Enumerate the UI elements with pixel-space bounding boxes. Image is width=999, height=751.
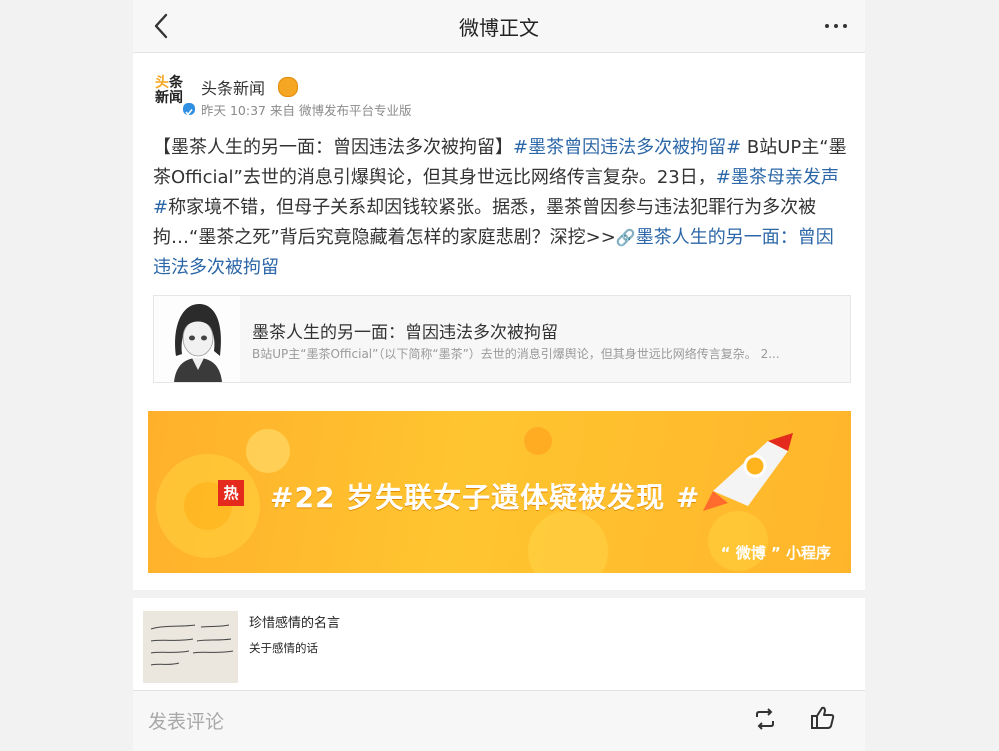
verified-icon	[182, 102, 196, 116]
article-thumbnail	[154, 296, 240, 382]
repost-button[interactable]	[751, 705, 779, 733]
post-text-part: 【墨茶人生的另一面：曾因违法多次被拘留】	[153, 137, 513, 158]
avatar-logo-text: 头条 新闻	[155, 75, 183, 106]
post-body: 【墨茶人生的另一面：曾因违法多次被拘留】#墨茶曾因违法多次被拘留# B站UP主“…	[153, 133, 848, 283]
hashtag-link[interactable]: #墨茶曾因违法多次被拘留#	[513, 137, 741, 158]
avatar[interactable]: 头条 新闻	[155, 74, 196, 116]
member-badge-icon	[278, 77, 298, 97]
mini-program-label: “ 微博 ” 小程序	[720, 544, 831, 562]
like-button[interactable]	[809, 704, 837, 732]
banner-topic-text: #22 岁失联女子遗体疑被发现 #	[270, 481, 701, 514]
post-meta: 昨天 10:37 来自 微博发布平台专业版	[201, 103, 412, 118]
recommend-item[interactable]: 珍惜感情的名言 关于感情的话	[133, 598, 865, 690]
top-nav-bar: 微博正文	[133, 0, 865, 53]
bottom-action-bar: 发表评论	[133, 690, 865, 751]
article-card-title: 墨茶人生的另一面：曾因违法多次被拘留	[252, 323, 558, 343]
more-dots-icon	[825, 24, 847, 28]
recommend-subtitle: 关于感情的话	[249, 641, 318, 655]
page-title: 微博正文	[459, 16, 539, 40]
recommend-thumbnail	[143, 611, 238, 683]
more-button[interactable]	[821, 10, 851, 42]
weibo-page: 微博正文 头条 新闻 头条新闻 昨天 10:37 来自 微博发布平台专业版 【墨…	[133, 0, 865, 751]
hot-topic-banner[interactable]: 热 #22 岁失联女子遗体疑被发现 # “ 微博 ” 小程序	[148, 411, 851, 573]
article-card[interactable]: 墨茶人生的另一面：曾因违法多次被拘留 B站UP主“墨茶Official”（以下简…	[153, 295, 851, 383]
recommend-title: 珍惜感情的名言	[249, 616, 341, 631]
thumbs-up-icon	[811, 706, 835, 729]
hot-badge: 热	[218, 480, 244, 506]
comment-input[interactable]: 发表评论	[148, 707, 224, 734]
article-card-desc: B站UP主“墨茶Official”（以下简称“墨茶”）去世的消息引爆舆论，但其身…	[252, 347, 780, 361]
username[interactable]: 头条新闻	[201, 75, 265, 99]
link-icon: 🔗	[615, 228, 636, 247]
post-card: 头条 新闻 头条新闻 昨天 10:37 来自 微博发布平台专业版 【墨茶人生的另…	[133, 53, 865, 590]
repost-icon	[756, 708, 774, 730]
